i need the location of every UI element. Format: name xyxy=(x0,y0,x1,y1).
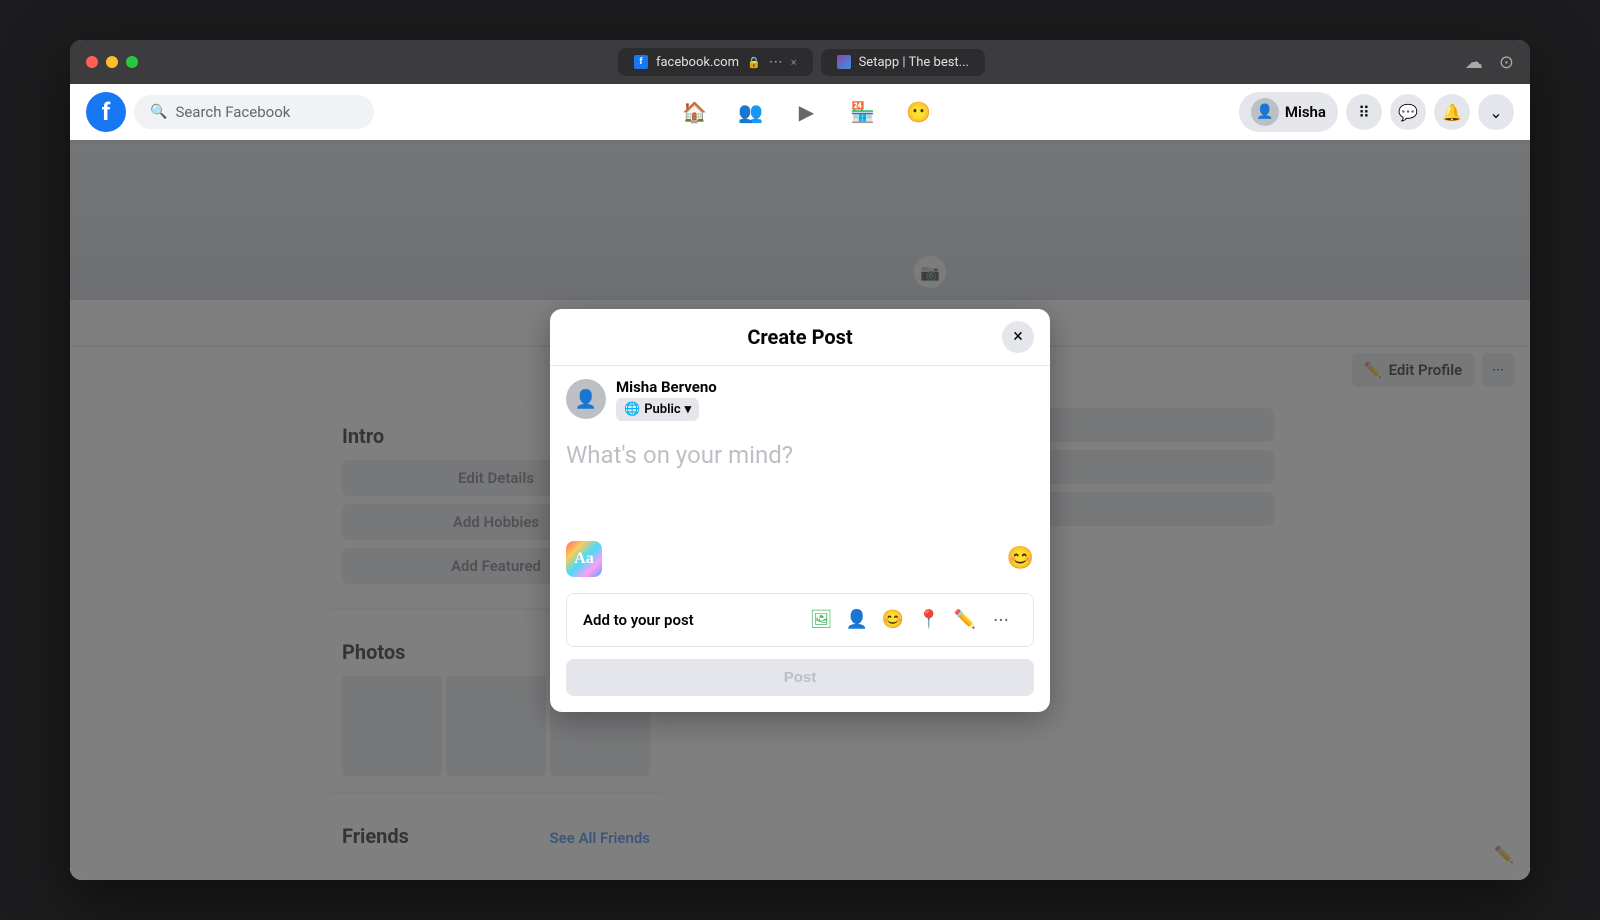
nav-icons-group: 🏠 👥 ▶ 🏪 😶 xyxy=(374,88,1239,136)
modal-body: 👤 Misha Berveno 🌐 Public ▾ What's on you… xyxy=(550,366,1050,712)
audience-chevron-icon: ▾ xyxy=(685,402,692,417)
post-author-avatar: 👤 xyxy=(566,379,606,419)
maximize-traffic-light[interactable] xyxy=(126,56,138,68)
post-author-name: Misha Berveno xyxy=(616,378,717,396)
tag-people-button[interactable]: 👤 xyxy=(841,604,873,636)
title-bar: f facebook.com 🔒 ⋯ × Setapp | The best..… xyxy=(70,40,1530,84)
add-to-post-box: Add to your post 🖼 👤 😊 📍 ✏️ ··· xyxy=(566,593,1034,647)
main-content: 📷 Misha Berveno Posts About Friends ✏️ E… xyxy=(70,140,1530,880)
close-traffic-light[interactable] xyxy=(86,56,98,68)
add-photo-button[interactable]: 🖼 xyxy=(805,604,837,636)
download-icon[interactable]: ⊙ xyxy=(1499,52,1514,73)
search-icon: 🔍 xyxy=(150,104,167,120)
nav-friends-icon[interactable]: 👥 xyxy=(726,88,774,136)
more-options-button[interactable]: ··· xyxy=(985,604,1017,636)
setapp-favicon xyxy=(837,55,851,69)
minimize-traffic-light[interactable] xyxy=(106,56,118,68)
audience-label: Public xyxy=(644,402,680,417)
nav-watch-icon[interactable]: ▶ xyxy=(782,88,830,136)
modal-header: Create Post × xyxy=(550,309,1050,366)
modal-backdrop[interactable]: Create Post × 👤 Misha Berveno 🌐 xyxy=(70,140,1530,880)
background-picker-button[interactable]: Aa xyxy=(566,541,602,577)
account-menu-button[interactable]: ⌄ xyxy=(1478,94,1514,130)
navbar-avatar: 👤 xyxy=(1251,98,1279,126)
facebook-logo[interactable]: f xyxy=(86,92,126,132)
apps-grid-button[interactable]: ⠿ xyxy=(1346,94,1382,130)
active-browser-tab[interactable]: f facebook.com 🔒 ⋯ × xyxy=(618,48,813,76)
nav-marketplace-icon[interactable]: 🏪 xyxy=(838,88,886,136)
traffic-lights xyxy=(86,56,138,68)
tab-options-icon: ⋯ xyxy=(769,54,783,70)
browser-window-actions: ☁ ⊙ xyxy=(1465,52,1514,73)
user-profile-chip[interactable]: 👤 Misha xyxy=(1239,92,1338,132)
post-button[interactable]: Post xyxy=(566,659,1034,696)
facebook-navbar: f 🔍 Search Facebook 🏠 👥 ▶ 🏪 😶 👤 Misha ⠿ … xyxy=(70,84,1530,140)
search-placeholder: Search Facebook xyxy=(175,103,290,121)
navbar-username: Misha xyxy=(1285,103,1326,121)
post-button-area: Post xyxy=(566,647,1034,700)
globe-icon: 🌐 xyxy=(624,402,640,417)
messenger-button[interactable]: 💬 xyxy=(1390,94,1426,130)
cloud-icon[interactable]: ☁ xyxy=(1465,52,1483,73)
setapp-browser-tab[interactable]: Setapp | The best... xyxy=(821,49,985,76)
checkin-button[interactable]: 📍 xyxy=(913,604,945,636)
post-text-input[interactable]: What's on your mind? xyxy=(566,433,1034,533)
feeling-activity-button[interactable]: 😊 xyxy=(877,604,909,636)
post-author-info: Misha Berveno 🌐 Public ▾ xyxy=(616,378,717,421)
setapp-tab-label: Setapp | The best... xyxy=(859,55,969,70)
gif-button[interactable]: ✏️ xyxy=(949,604,981,636)
search-bar[interactable]: 🔍 Search Facebook xyxy=(134,95,374,129)
modal-title: Create Post xyxy=(747,325,852,349)
tab-close-icon[interactable]: × xyxy=(791,56,797,69)
browser-tab-bar: f facebook.com 🔒 ⋯ × Setapp | The best..… xyxy=(154,48,1449,76)
lock-icon: 🔒 xyxy=(747,56,761,69)
notifications-button[interactable]: 🔔 xyxy=(1434,94,1470,130)
add-to-post-icons: 🖼 👤 😊 📍 ✏️ ··· xyxy=(805,604,1017,636)
create-post-modal: Create Post × 👤 Misha Berveno 🌐 xyxy=(550,309,1050,712)
modal-close-button[interactable]: × xyxy=(1002,321,1034,353)
emoji-button[interactable]: 😊 xyxy=(1007,546,1034,571)
post-author-row: 👤 Misha Berveno 🌐 Public ▾ xyxy=(566,378,1034,421)
tab-domain: facebook.com xyxy=(656,55,739,70)
close-icon: × xyxy=(1013,326,1023,347)
nav-groups-icon[interactable]: 😶 xyxy=(894,88,942,136)
post-tools-row: Aa 😊 xyxy=(566,533,1034,585)
audience-selector[interactable]: 🌐 Public ▾ xyxy=(616,398,699,421)
navbar-right: 👤 Misha ⠿ 💬 🔔 ⌄ xyxy=(1239,92,1514,132)
facebook-favicon: f xyxy=(634,55,648,69)
add-to-post-label: Add to your post xyxy=(583,611,694,629)
nav-home-icon[interactable]: 🏠 xyxy=(670,88,718,136)
